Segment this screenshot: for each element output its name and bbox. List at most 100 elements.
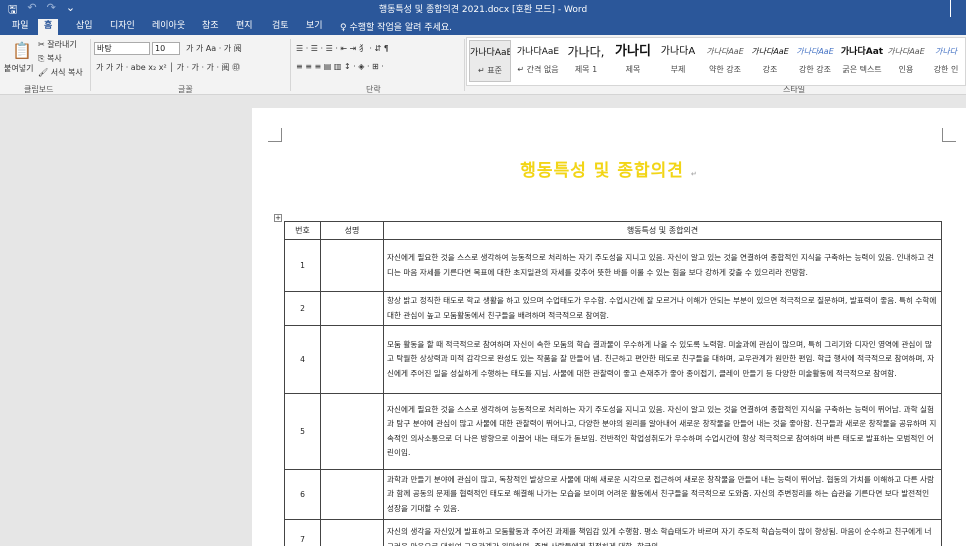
style-label: 약한 강조 (709, 65, 741, 74)
style-strong[interactable]: 가나다Aat 굵은 텍스트 (839, 40, 885, 82)
tab-file[interactable]: 파일 (6, 19, 35, 35)
row-name[interactable] (320, 519, 384, 546)
style-preview: 가나다Aat (840, 47, 884, 57)
heading-text: 행동특성 및 종합의견 (520, 161, 684, 181)
tell-me-box[interactable]: ♀ 수행할 작업을 알려 주세요. (340, 20, 452, 33)
style-emphasis[interactable]: 가나다AaE 강조 (749, 40, 791, 82)
style-label: 강조 (762, 65, 778, 74)
paste-icon[interactable]: 📋 (12, 41, 32, 60)
style-intense-quote[interactable]: 가나다 강한 인 (927, 40, 965, 82)
window-title: 행동특성 및 종합의견 2021.docx [호환 모드] - Word (378, 5, 588, 15)
align-buttons[interactable]: ≡ ≡ ≡ ▤ ▥ ↕ · ◈ · ⊞ · (296, 62, 384, 71)
row-number[interactable]: 6 (284, 469, 321, 520)
tab-home[interactable]: 홈 (38, 19, 59, 35)
cut-label: 잘라내기 (47, 40, 77, 49)
row-comment[interactable]: 자신의 생각을 자신있게 발표하고 모둠활동과 주어진 과제를 책임감 있게 수… (383, 519, 942, 546)
style-label: 강한 인 (933, 65, 959, 74)
style-intense-emphasis[interactable]: 가나다AaE 강한 강조 (793, 40, 837, 82)
style-preview: 가나다AaE (751, 47, 789, 56)
style-preview: 가나다AaE (470, 48, 511, 58)
table-move-handle[interactable]: + (274, 214, 282, 222)
style-label: 제목 1 (574, 65, 598, 74)
style-preview: 가나다AaE (796, 47, 834, 56)
style-label: 인용 (898, 65, 914, 74)
row-number[interactable]: 5 (284, 393, 321, 470)
style-subtle-emphasis[interactable]: 가나다AaE 약한 강조 (703, 40, 747, 82)
grow-shrink-font-buttons[interactable]: 가 가 Aa · 가 阅 (186, 43, 242, 54)
style-normal[interactable]: 가나다AaE ↵ 표준 (469, 40, 511, 82)
row-name[interactable] (320, 291, 384, 326)
style-preview: 가나다AaE (516, 47, 560, 57)
row-comment[interactable]: 항상 밝고 정직한 태도로 학교 생활을 하고 있으며 수업태도가 우수함. 수… (383, 291, 942, 326)
window-button[interactable] (950, 0, 960, 17)
row-comment[interactable]: 모둠 활동을 할 때 적극적으로 참여하며 자신이 속한 모둠의 학습 결과물이… (383, 325, 942, 394)
table-row: 7 자신의 생각을 자신있게 발표하고 모둠활동과 주어진 과제를 책임감 있게… (284, 519, 942, 546)
list-buttons[interactable]: ☰ · ☰ · ☰ · ⇤ ⇥ 犭 · ⇵ ¶ (296, 43, 389, 54)
style-label: ↵ 표준 (478, 66, 502, 75)
row-comment[interactable]: 자신에게 필요한 것을 스스로 생각하여 능동적으로 처리하는 자기 주도성을 … (383, 239, 942, 292)
row-number[interactable]: 4 (284, 325, 321, 394)
copy-icon: ⎘ (38, 54, 47, 63)
tab-layout[interactable]: 레이아웃 (146, 19, 191, 35)
row-comment[interactable]: 자신에게 필요한 것을 스스로 생각하여 능동적으로 처리하는 자기 주도성을 … (383, 393, 942, 470)
document-page[interactable]: 행동특성 및 종합의견 ↵ + 번호 성명 행동특성 및 종합의견 1 자신에게… (252, 108, 966, 546)
divider (464, 39, 465, 91)
style-quote[interactable]: 가나다AaE 인용 (887, 40, 925, 82)
tab-review[interactable]: 검토 (266, 19, 295, 35)
title-bar: 🖫 ↶ ↷ ⌄ 행동특성 및 종합의견 2021.docx [호환 모드] - … (0, 0, 966, 17)
table-header-row: 번호 성명 행동특성 및 종합의견 (284, 221, 942, 240)
copy-label: 복사 (46, 54, 62, 63)
tell-me-text: 수행할 작업을 알려 주세요. (349, 23, 452, 33)
cut-button[interactable]: ✂ 잘라내기 (38, 39, 77, 50)
header-number: 번호 (284, 221, 321, 240)
style-label: 강한 강조 (799, 65, 831, 74)
document-area: 행동특성 및 종합의견 ↵ + 번호 성명 행동특성 및 종합의견 1 자신에게… (0, 96, 966, 546)
style-heading-1[interactable]: 가나다, 제목 1 (565, 40, 607, 82)
font-group-label: 글꼴 (178, 85, 193, 94)
font-size-value: 10 (155, 44, 166, 53)
style-label: 굵은 텍스트 (842, 65, 882, 74)
tab-mailings[interactable]: 편지 (230, 19, 259, 35)
style-label: 제목 (625, 65, 641, 74)
crop-mark (268, 128, 282, 142)
row-number[interactable]: 1 (284, 239, 321, 292)
row-number[interactable]: 2 (284, 291, 321, 326)
styles-gallery: 가나다AaE ↵ 표준 가나다AaE ↵ 간격 없음 가나다, 제목 1 가나디… (466, 37, 966, 86)
row-comment[interactable]: 과학과 만들기 분야에 관심이 많고, 독창적인 발상으로 사물에 대해 새로운… (383, 469, 942, 520)
tab-design[interactable]: 디자인 (104, 19, 141, 35)
lightbulb-icon: ♀ (340, 23, 347, 33)
format-painter-button[interactable]: 🖌 서식 복사 (38, 67, 83, 78)
record-table: 번호 성명 행동특성 및 종합의견 1 자신에게 필요한 것을 스스로 생각하여… (284, 221, 942, 546)
table-row: 5 자신에게 필요한 것을 스스로 생각하여 능동적으로 처리하는 자기 주도성… (284, 393, 942, 470)
style-title[interactable]: 가나디 제목 (611, 40, 655, 82)
paste-button[interactable]: 붙여넣기 (4, 63, 33, 74)
table-row: 2 항상 밝고 정직한 태도로 학교 생활을 하고 있으며 수업태도가 우수함.… (284, 291, 942, 326)
brush-icon: 🖌 (38, 68, 51, 77)
tab-view[interactable]: 보기 (300, 19, 329, 35)
crop-mark (942, 128, 956, 142)
style-subtitle[interactable]: 가나다A 부제 (657, 40, 699, 82)
table-row: 4 모둠 활동을 할 때 적극적으로 참여하며 자신이 속한 모둠의 학습 결과… (284, 325, 942, 394)
row-name[interactable] (320, 469, 384, 520)
font-size-select[interactable]: 10 (152, 42, 180, 55)
style-preview: 가나디 (615, 44, 651, 59)
tab-insert[interactable]: 삽입 (70, 19, 99, 35)
style-label: 부제 (670, 65, 686, 74)
style-preview: 가나다A (660, 46, 696, 57)
copy-button[interactable]: ⎘ 복사 (38, 53, 62, 64)
style-preview: 가나다AaE (706, 47, 744, 56)
header-name: 성명 (320, 221, 384, 240)
font-format-buttons[interactable]: 가 가 가 · abe x₂ x² │ 가 · 가 · 가 · 阅 ㊞ (96, 62, 240, 73)
tab-references[interactable]: 참조 (196, 19, 225, 35)
format-painter-label: 서식 복사 (50, 68, 83, 77)
scissors-icon: ✂ (38, 40, 48, 49)
clipboard-group-label: 클립보드 (24, 85, 54, 94)
row-name[interactable] (320, 393, 384, 470)
font-name-value: 바탕 (97, 44, 112, 53)
font-name-select[interactable]: 바탕 (94, 42, 150, 55)
header-comments: 행동특성 및 종합의견 (383, 221, 942, 240)
style-no-spacing[interactable]: 가나다AaE ↵ 간격 없음 (515, 40, 561, 82)
row-name[interactable] (320, 239, 384, 292)
row-name[interactable] (320, 325, 384, 394)
row-number[interactable]: 7 (284, 519, 321, 546)
